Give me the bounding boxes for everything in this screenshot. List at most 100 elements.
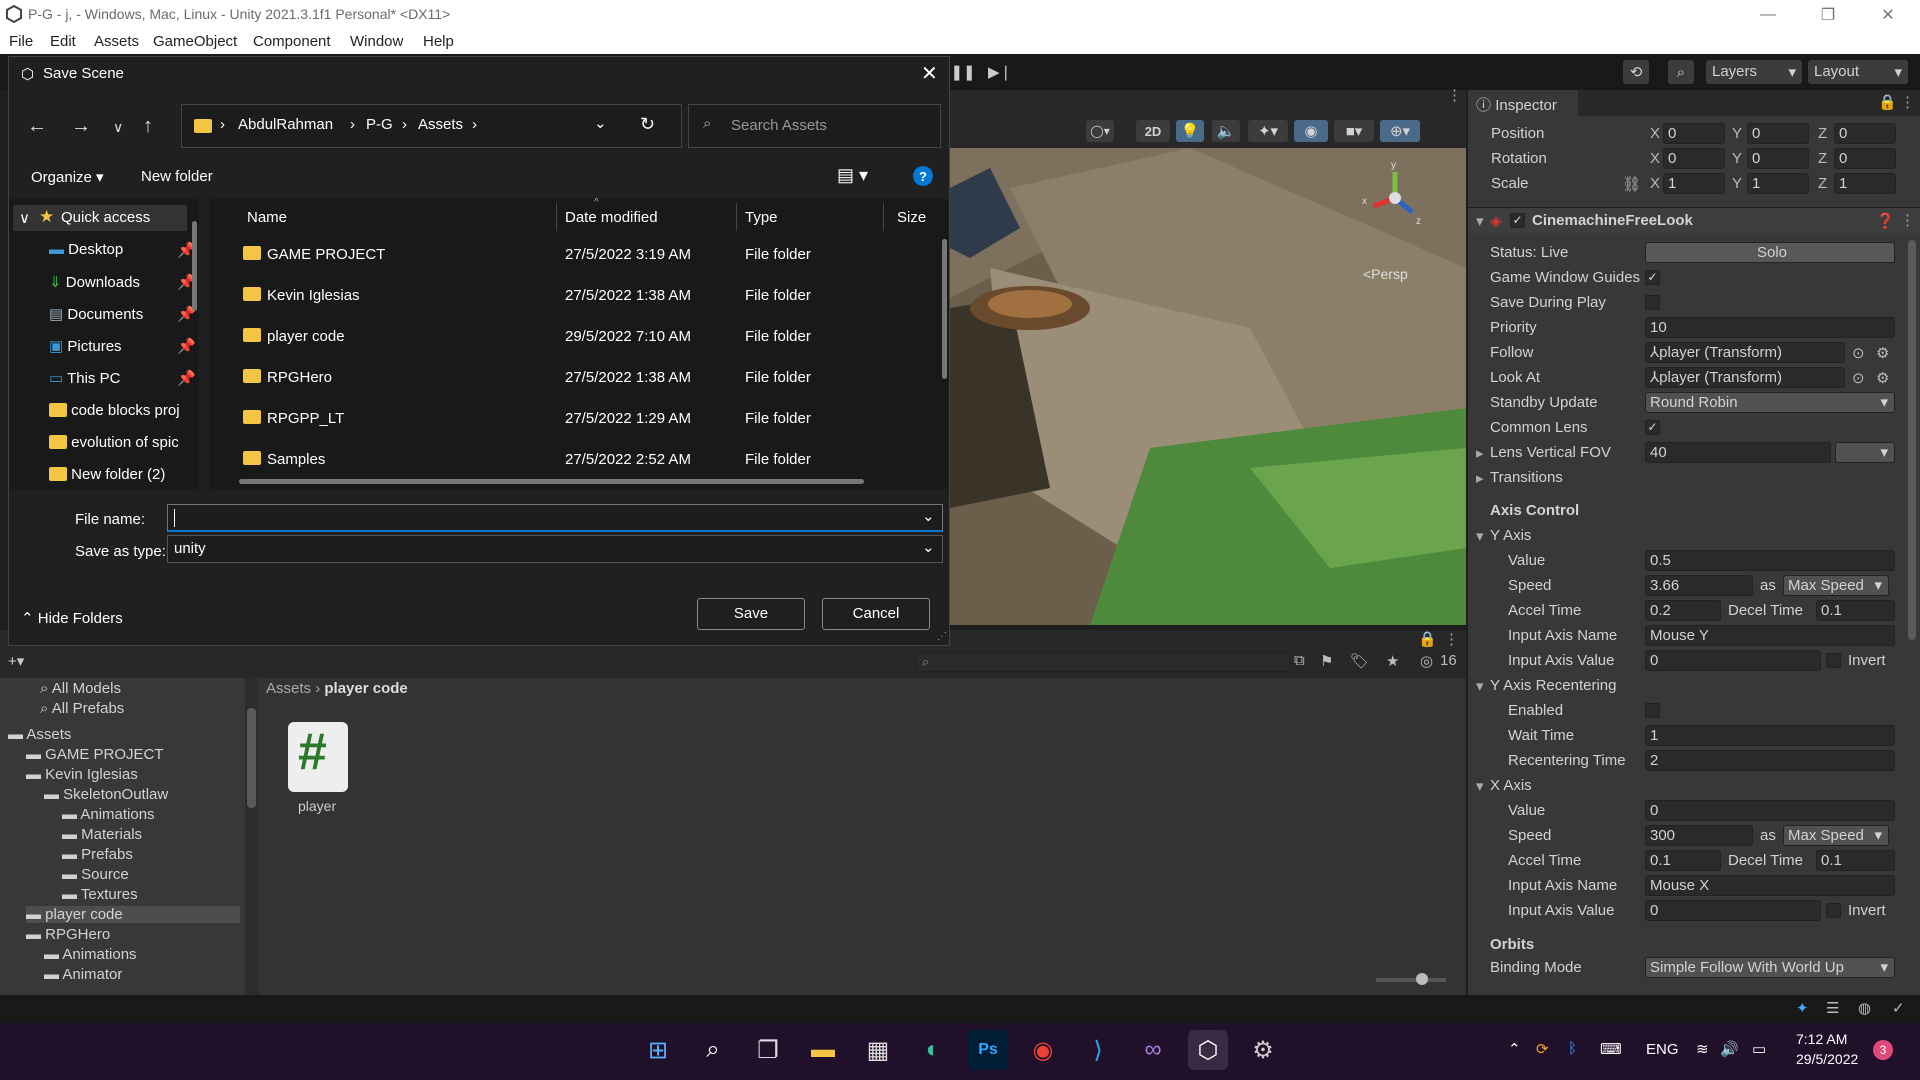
menu-component[interactable]: Component [253, 33, 331, 50]
position-y-field[interactable]: 0 [1747, 123, 1809, 144]
vscode-icon[interactable]: ⟩ [1078, 1030, 1118, 1070]
filter-type-icon[interactable]: ⧉ [1294, 652, 1305, 669]
tree-item[interactable]: ▬ Kevin Iglesias [26, 766, 138, 783]
notification-badge[interactable]: 3 [1873, 1040, 1893, 1060]
wifi-icon[interactable]: ≋ [1696, 1040, 1709, 1058]
file-row[interactable]: Kevin Iglesias 27/5/2022 1:38 AM File fold… [209, 276, 949, 316]
x-speed-field[interactable]: 300 [1645, 825, 1753, 846]
resize-grip-icon[interactable]: ⋰ [937, 631, 947, 642]
breadcrumb-abdulrahman[interactable]: AbdulRahman [238, 116, 333, 133]
nav-item-documents[interactable]: ▤ Documents 📌 [49, 305, 196, 323]
save-type-dropdown[interactable]: unity ⌄ [167, 535, 943, 563]
help-icon[interactable]: ? [913, 166, 933, 186]
tree-item[interactable]: ▬ Assets [8, 726, 71, 743]
search-icon[interactable]: ⌕ [693, 1030, 733, 1070]
back-arrow-icon[interactable]: ← [27, 115, 47, 138]
csharp-script-icon[interactable]: # [288, 722, 348, 792]
add-icon[interactable]: +▾ [8, 652, 24, 670]
menu-assets[interactable]: Assets [94, 33, 139, 50]
sync-icon[interactable]: ⟳ [1536, 1040, 1549, 1058]
save-during-play-checkbox[interactable] [1645, 295, 1660, 310]
slider-thumb[interactable] [1416, 973, 1428, 985]
breadcrumb-assets[interactable]: Assets [266, 680, 311, 697]
nav-item-desktop[interactable]: ▬ Desktop 📌 [49, 241, 196, 259]
layers-stack-icon[interactable]: ☰ [1826, 999, 1839, 1017]
y-accel-field[interactable]: 0.2 [1645, 600, 1721, 621]
history-icon[interactable]: ⟲ [1623, 60, 1649, 84]
foldout-icon[interactable]: ▾ [1476, 212, 1484, 230]
file-row[interactable]: GAME PROJECT 27/5/2022 3:19 AM File folder [209, 235, 949, 275]
star-icon[interactable]: ★ [1386, 652, 1399, 670]
recentering-enabled-checkbox[interactable] [1645, 703, 1660, 718]
clock-date[interactable]: 29/5/2022 [1796, 1051, 1858, 1067]
follow-field[interactable]: ⅄player (Transform) [1645, 342, 1845, 363]
y-invert-checkbox[interactable] [1826, 653, 1841, 668]
transitions-row[interactable]: ▸ Transitions [1468, 467, 1920, 489]
tree-scrollbar[interactable] [245, 678, 258, 995]
x-value-field[interactable]: 0 [1645, 800, 1895, 821]
standby-dropdown[interactable]: Round Robin ▾ [1645, 392, 1895, 413]
up-arrow-icon[interactable]: ↑ [143, 115, 153, 138]
shading-icon[interactable]: ◯▾ [1086, 120, 1114, 142]
scene-viewport[interactable]: y x z <Persp [950, 148, 1466, 625]
check-icon[interactable]: ✓ [1892, 999, 1905, 1017]
chevron-down-icon[interactable]: ⌄ [594, 114, 607, 132]
y-speed-field[interactable]: 3.66 [1645, 575, 1753, 596]
y-decel-field[interactable]: 0.1 [1816, 600, 1895, 621]
organize-button[interactable]: Organize ▾ [31, 168, 104, 186]
unity-icon[interactable]: ⬡ [1188, 1030, 1228, 1070]
project-search-input[interactable]: ⌕ [915, 652, 1290, 672]
help-icon[interactable]: ❓ [1876, 212, 1895, 230]
column-name[interactable]: Name [247, 209, 287, 226]
orientation-gizmo[interactable]: y x z [1360, 158, 1430, 238]
foldout-icon[interactable]: ▾ [1476, 677, 1484, 695]
effects-icon[interactable]: ✦▾ [1248, 120, 1288, 142]
x-decel-field[interactable]: 0.1 [1816, 850, 1895, 871]
lighting-icon[interactable]: 💡 [1176, 120, 1204, 142]
close-icon[interactable]: ✕ [921, 61, 938, 86]
position-z-field[interactable]: 0 [1834, 123, 1896, 144]
object-picker-icon[interactable]: ⊙ [1852, 344, 1865, 362]
nav-item-quick-access[interactable]: ∨ ★ Quick access [13, 205, 187, 231]
restore-button[interactable]: ❐ [1800, 0, 1856, 30]
file-row[interactable]: Samples 27/5/2022 2:52 AM File folder [209, 440, 949, 480]
more-icon[interactable]: ⋮ [1444, 630, 1459, 648]
view-options-icon[interactable]: ▤ ▾ [837, 165, 868, 186]
y-input-name-field[interactable]: Mouse Y [1645, 625, 1895, 646]
column-divider[interactable] [883, 203, 884, 231]
saved-search-item[interactable]: ⌕ All Prefabs [40, 700, 124, 717]
y-value-field[interactable]: 0.5 [1645, 550, 1895, 571]
y-recentering-foldout[interactable]: ▾ Y Axis Recentering [1468, 675, 1920, 697]
breadcrumb-pg[interactable]: P-G [366, 116, 393, 133]
foldout-icon[interactable]: ▸ [1476, 444, 1484, 462]
file-row[interactable]: RPGPP_LT 27/5/2022 1:29 AM File folder [209, 399, 949, 439]
tree-item[interactable]: ▬ player code [26, 906, 240, 923]
minimize-button[interactable]: — [1740, 0, 1796, 30]
foldout-icon[interactable]: ▸ [1476, 469, 1484, 487]
hide-folders-button[interactable]: ⌃ Hide Folders [21, 609, 123, 627]
visual-studio-icon[interactable]: ∞ [1133, 1030, 1173, 1070]
scale-y-field[interactable]: 1 [1747, 173, 1809, 194]
chevron-up-icon[interactable]: ⌃ [1508, 1040, 1521, 1058]
nav-item-downloads[interactable]: ⇓ Downloads 📌 [49, 273, 196, 291]
common-lens-checkbox[interactable]: ✓ [1645, 420, 1660, 435]
object-picker-icon[interactable]: ⊙ [1852, 369, 1865, 387]
search-assets-input[interactable]: ⌕ Search Assets [688, 104, 941, 148]
nav-item-pictures[interactable]: ▣ Pictures 📌 [49, 337, 196, 355]
forward-arrow-icon[interactable]: → [71, 115, 91, 138]
file-name-input[interactable]: ⌄ [167, 504, 943, 532]
tree-item[interactable]: ▬ Animations [62, 806, 155, 823]
tree-item[interactable]: ▬ Textures [62, 886, 138, 903]
layers-dropdown[interactable]: Layers ▾ [1706, 60, 1802, 84]
nav-scrollbar[interactable] [192, 221, 197, 311]
search-icon[interactable]: ⌕ [1668, 60, 1694, 84]
y-speed-mode-dropdown[interactable]: Max Speed ▾ [1783, 575, 1889, 596]
menu-window[interactable]: Window [350, 33, 403, 50]
binding-mode-dropdown[interactable]: Simple Follow With World Up ▾ [1645, 957, 1895, 978]
file-list-h-scrollbar[interactable] [239, 479, 864, 484]
menu-help[interactable]: Help [423, 33, 454, 50]
tree-scroll-thumb[interactable] [247, 708, 256, 808]
tab-inspector[interactable]: ⓘ Inspector [1468, 90, 1578, 116]
nav-item-this-pc[interactable]: ▭ This PC 📌 [49, 369, 196, 387]
breadcrumb-assets[interactable]: Assets [418, 116, 463, 133]
